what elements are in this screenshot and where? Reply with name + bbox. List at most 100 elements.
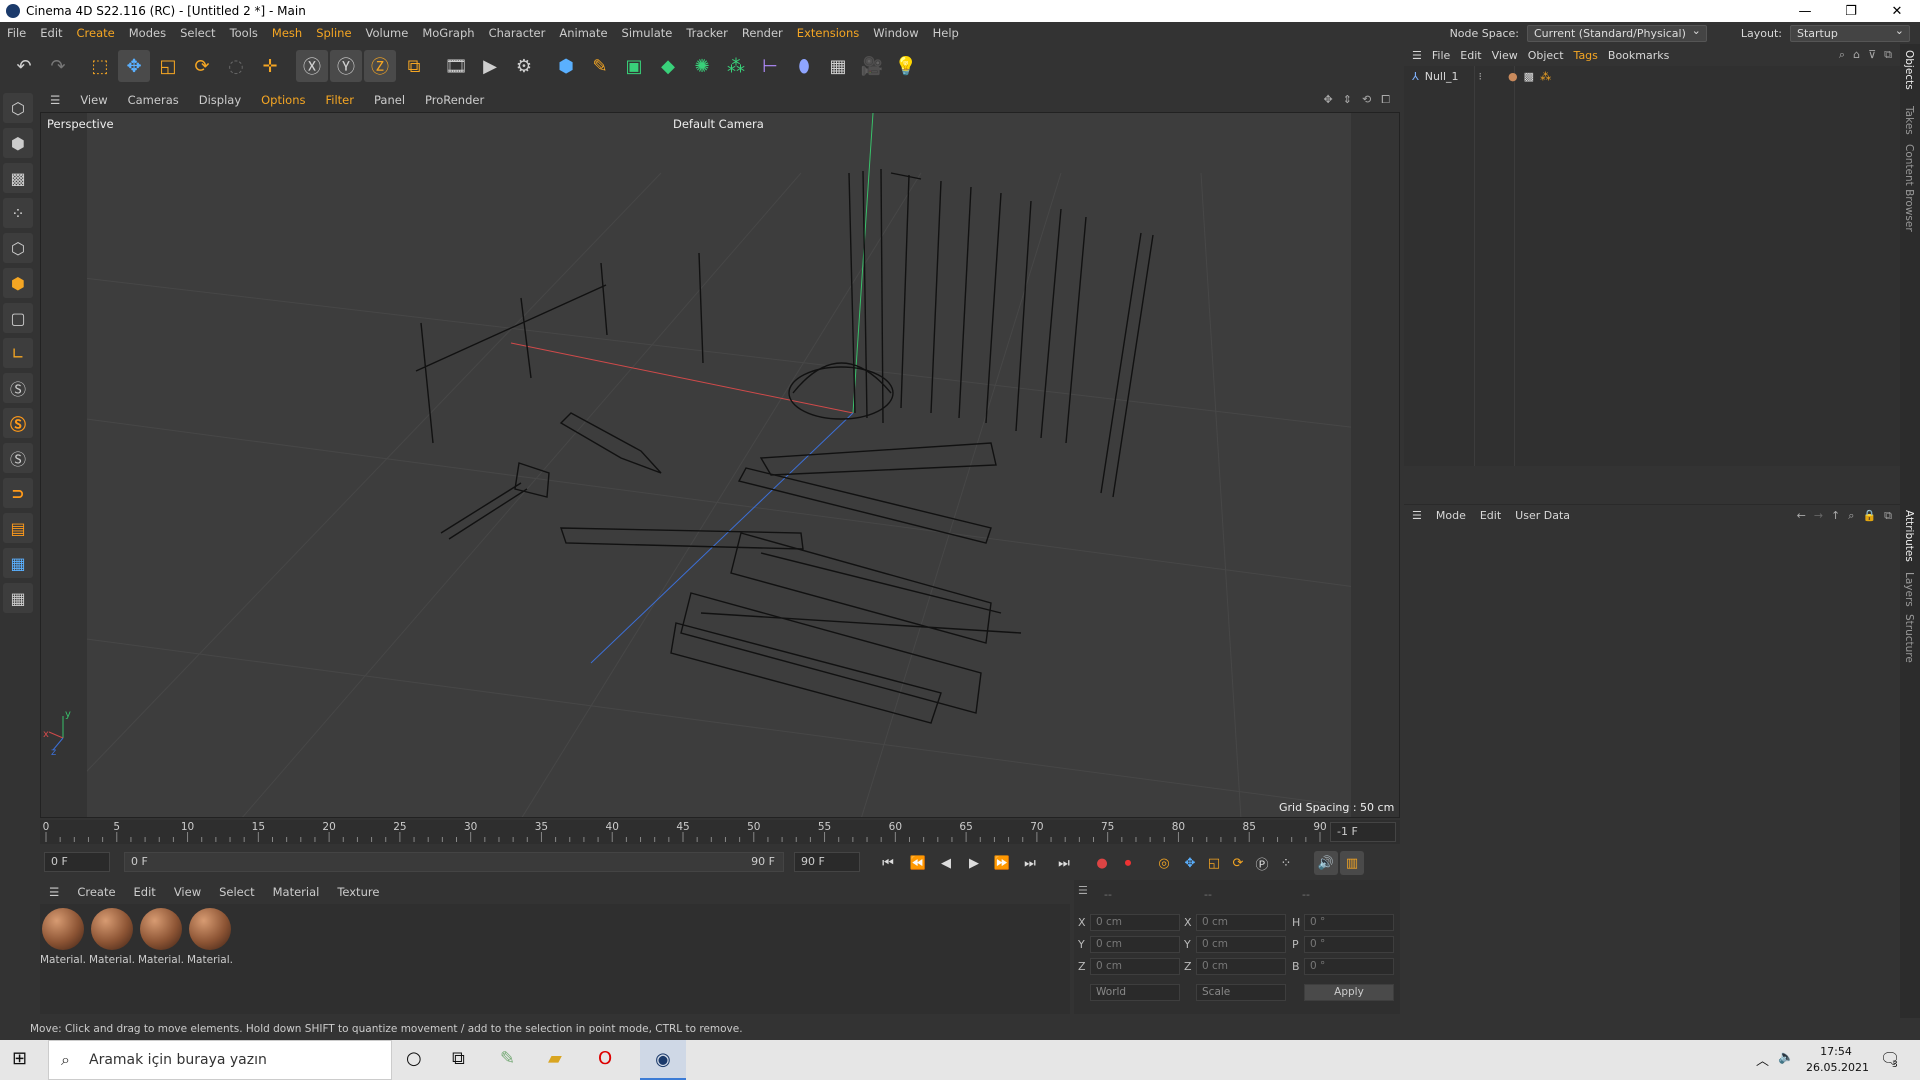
viewport-menu-prorender[interactable]: ProRender [415, 93, 494, 107]
menu-tools[interactable]: Tools [223, 26, 265, 40]
tab-attributes[interactable]: Attributes [1903, 510, 1915, 562]
om-menu-edit[interactable]: Edit [1460, 49, 1481, 62]
model-mode-icon[interactable]: ⬢ [3, 128, 33, 158]
taskbar-search-box[interactable]: ⌕ Aramak için buraya yazın [48, 1040, 392, 1080]
om-home-icon[interactable]: ⌂ [1853, 48, 1860, 62]
viewport-hamburger-icon[interactable]: ☰ [40, 93, 70, 107]
go-to-start-icon[interactable]: ⏮ [876, 851, 900, 875]
points-mode-icon[interactable]: ⁘ [3, 198, 33, 228]
attr-menu-edit[interactable]: Edit [1480, 509, 1501, 522]
menu-window[interactable]: Window [866, 26, 925, 40]
menu-create[interactable]: Create [70, 26, 122, 40]
previous-frame-icon[interactable]: ◀ [934, 851, 958, 875]
next-frame-icon[interactable]: ⏩ [990, 851, 1014, 875]
render-region-icon[interactable]: 🎞 [440, 50, 472, 82]
solo-hierarchy-icon[interactable]: Ⓢ [3, 408, 33, 438]
position-key-icon[interactable]: ✥ [1178, 851, 1202, 875]
material-menu-view[interactable]: View [165, 885, 210, 899]
cube-icon[interactable]: ⬢ [550, 50, 582, 82]
menu-help[interactable]: Help [926, 26, 966, 40]
attr-forward-icon[interactable]: → [1814, 509, 1823, 523]
material-menu-edit[interactable]: Edit [125, 885, 165, 899]
rotation-p-field[interactable]: 0 ° [1304, 936, 1394, 953]
attr-up-icon[interactable]: ↑ [1831, 509, 1840, 523]
menu-extensions[interactable]: Extensions [790, 26, 866, 40]
redo-icon[interactable]: ↷ [42, 50, 74, 82]
tag-icon[interactable]: ⁂ [1540, 70, 1551, 83]
material-thumbnail[interactable]: Material. [40, 908, 86, 966]
attr-menu-user-data[interactable]: User Data [1515, 509, 1570, 522]
z-axis-lock-icon[interactable]: Ⓩ [364, 50, 396, 82]
extrude-icon[interactable]: ◆ [652, 50, 684, 82]
x-axis-lock-icon[interactable]: Ⓧ [296, 50, 328, 82]
go-to-end-icon[interactable]: ⏭ [1052, 851, 1076, 875]
previous-key-icon[interactable]: ⏪ [906, 851, 930, 875]
cortana-icon[interactable]: ○ [406, 1048, 422, 1069]
keyframe-selection-icon[interactable]: ◎ [1152, 851, 1176, 875]
menu-mesh[interactable]: Mesh [265, 26, 309, 40]
material-menu-material[interactable]: Material [264, 885, 329, 899]
opera-browser-icon[interactable]: O [598, 1048, 612, 1069]
start-frame-field[interactable]: 0 F [44, 852, 110, 872]
coords-hamburger-icon[interactable]: ☰ [1078, 884, 1088, 897]
cloner-icon[interactable]: ✺ [686, 50, 718, 82]
camera-icon[interactable]: 🎥 [856, 50, 888, 82]
tray-chevron-icon[interactable]: ︿ [1756, 1050, 1769, 1069]
material-menu-select[interactable]: Select [210, 885, 263, 899]
material-tag-icon[interactable]: ● [1508, 70, 1518, 83]
scale-key-icon[interactable]: ◱ [1202, 851, 1226, 875]
close-button[interactable]: ✕ [1874, 4, 1920, 19]
recent-tool-icon[interactable]: ◌ [220, 50, 252, 82]
restore-button[interactable]: ❐ [1828, 4, 1874, 19]
live-selection-icon[interactable]: ⬚ [84, 50, 116, 82]
paint-app-icon[interactable]: ✎ [500, 1048, 515, 1069]
undo-icon[interactable]: ↶ [8, 50, 40, 82]
timeline-ruler[interactable]: 0 5 10 15 20 25 30 35 40 45 50 55 60 65 70 75 80 85 90 -1 … [40, 820, 1400, 844]
autokey-icon[interactable]: ⏺ [1116, 851, 1140, 875]
locked-workplane-icon[interactable]: ▦ [3, 583, 33, 613]
attr-back-icon[interactable]: ← [1797, 509, 1806, 523]
tab-objects[interactable]: Objects [1903, 50, 1915, 90]
layout-dropdown[interactable]: Startup [1790, 24, 1910, 42]
material-thumbnail[interactable]: Material. [89, 908, 135, 966]
viewport-menu-filter[interactable]: Filter [316, 93, 364, 107]
sound-icon[interactable]: 🔊 [1314, 851, 1338, 875]
mograph-icon[interactable]: ⁂ [720, 50, 752, 82]
position-z-field[interactable]: 0 cm [1090, 958, 1180, 975]
uv-mode-icon[interactable]: ▢ [3, 303, 33, 333]
attr-lock-icon[interactable]: 🔒 [1862, 509, 1876, 523]
om-filter-icon[interactable]: ⊽ [1868, 48, 1876, 62]
polygons-mode-icon[interactable]: ⬢ [3, 268, 33, 298]
timeline-window-icon[interactable]: ▥ [1340, 851, 1364, 875]
end-frame-field[interactable]: 90 F [794, 852, 860, 872]
object-manager-hamburger-icon[interactable]: ☰ [1412, 49, 1422, 62]
subdivision-icon[interactable]: ▣ [618, 50, 650, 82]
texture-mode-icon[interactable]: ▩ [3, 163, 33, 193]
size-x-field[interactable]: 0 cm [1196, 914, 1286, 931]
viewport-dolly-icon[interactable]: ⇕ [1343, 93, 1352, 107]
axis-mode-icon[interactable]: ∟ [3, 338, 33, 368]
parameter-key-icon[interactable]: Ⓟ [1250, 851, 1274, 875]
object-name[interactable]: Null_1 [1425, 70, 1459, 83]
floor-icon[interactable]: ▦ [822, 50, 854, 82]
object-row-null[interactable]: ⅄ Null_1 ⁝ ● ▩ ⁂ [1412, 70, 1551, 83]
menu-mograph[interactable]: MoGraph [415, 26, 481, 40]
play-icon[interactable]: ▶ [962, 851, 986, 875]
material-hamburger-icon[interactable]: ☰ [40, 885, 68, 899]
pen-spline-icon[interactable]: ✎ [584, 50, 616, 82]
menu-spline[interactable]: Spline [309, 26, 358, 40]
point-level-icon[interactable]: ⁘ [1274, 851, 1298, 875]
file-explorer-icon[interactable]: ▰ [548, 1048, 562, 1069]
rotation-h-field[interactable]: 0 ° [1304, 914, 1394, 931]
viewport-menu-display[interactable]: Display [189, 93, 251, 107]
viewport-menu-view[interactable]: View [70, 93, 117, 107]
object-list[interactable]: ⅄ Null_1 ⁝ ● ▩ ⁂ [1404, 66, 1900, 466]
checker-tag-icon[interactable]: ▩ [1524, 70, 1534, 83]
menu-volume[interactable]: Volume [359, 26, 416, 40]
menu-character[interactable]: Character [482, 26, 553, 40]
attr-search-icon[interactable]: ⌕ [1848, 509, 1854, 523]
node-space-dropdown[interactable]: Current (Standard/Physical) [1527, 24, 1707, 42]
viewport-pan-icon[interactable]: ✥ [1324, 93, 1333, 107]
material-menu-texture[interactable]: Texture [328, 885, 388, 899]
viewport-orbit-icon[interactable]: ⟲ [1362, 93, 1371, 107]
